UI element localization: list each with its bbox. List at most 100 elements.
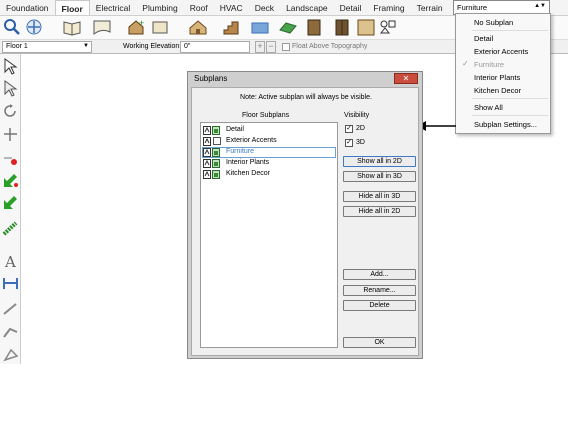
menu-divider	[472, 115, 548, 116]
checkmark-icon: ✓	[462, 59, 469, 68]
plus-crosshair-icon[interactable]	[2, 126, 19, 143]
list-item[interactable]: Interior Plants	[202, 158, 336, 169]
green-resize-arrow-icon[interactable]	[2, 172, 19, 189]
chevron-down-icon: ▲▼	[534, 3, 546, 9]
menu-item-kitchen-decor[interactable]: Kitchen Decor	[474, 86, 521, 95]
select-group-icon[interactable]	[2, 80, 19, 97]
subplan-2d-icon[interactable]	[203, 159, 211, 168]
subplan-3d-icon[interactable]	[212, 148, 220, 157]
show-all-2d-button[interactable]: Show all in 2D	[343, 156, 416, 167]
floor-subplans-label: Floor Subplans	[242, 112, 290, 119]
subplan-2d-icon[interactable]	[203, 126, 211, 135]
dimension-icon[interactable]	[2, 275, 19, 292]
svg-text:A: A	[4, 253, 16, 269]
hide-all-2d-button[interactable]: Hide all in 2D	[343, 206, 416, 217]
floor-select-value: Floor 1	[6, 43, 28, 50]
shapes-icon[interactable]	[378, 18, 398, 36]
delete-button[interactable]: Delete	[343, 300, 416, 311]
floor-select[interactable]: Floor 1 ▼	[2, 41, 92, 53]
close-icon: ✕	[402, 74, 410, 83]
pencil-shape-icon[interactable]	[2, 346, 19, 363]
menu-item-detail[interactable]: Detail	[474, 34, 493, 43]
menu-divider	[472, 30, 548, 31]
pointer-arrow-icon	[417, 121, 456, 131]
menu-item-interior-plants[interactable]: Interior Plants	[474, 73, 520, 82]
list-item[interactable]: Exterior Accents	[202, 136, 336, 147]
visibility-3d-label: 3D	[356, 139, 365, 146]
house-plus-icon[interactable]: +	[126, 18, 146, 36]
list-item[interactable]: Kitchen Decor	[202, 169, 336, 180]
stairs-icon[interactable]	[222, 18, 242, 36]
list-item-selected[interactable]: Furniture	[202, 147, 336, 158]
menu-item-furniture[interactable]: Furniture	[474, 60, 504, 69]
menu-item-exterior-accents[interactable]: Exterior Accents	[474, 47, 528, 56]
subplan-3d-icon[interactable]	[212, 170, 220, 179]
active-subplan-note: Note: Active subplan will always be visi…	[240, 94, 372, 101]
text-icon[interactable]: A	[2, 252, 19, 269]
open-book-icon[interactable]	[62, 18, 82, 36]
magnifier-icon[interactable]	[2, 18, 22, 36]
subplan-2d-icon[interactable]	[203, 148, 211, 157]
add-button[interactable]: Add...	[343, 269, 416, 280]
decrease-elevation-button[interactable]: −	[266, 41, 276, 53]
show-all-3d-button[interactable]: Show all in 3D	[343, 171, 416, 182]
subplan-3d-checkbox[interactable]	[213, 137, 221, 145]
green-arrow-corner-icon[interactable]	[2, 194, 19, 211]
house-icon[interactable]	[188, 18, 208, 36]
rotate-icon[interactable]	[2, 103, 19, 120]
tab-detail[interactable]: Detail	[334, 0, 368, 15]
float-above-topography-checkbox[interactable]	[282, 43, 290, 51]
tab-floor[interactable]: Floor	[54, 0, 90, 15]
tab-electrical[interactable]: Electrical	[90, 0, 136, 15]
dialog-body: Note: Active subplan will always be visi…	[191, 87, 419, 356]
point-marker-icon[interactable]	[2, 150, 19, 167]
tab-landscape[interactable]: Landscape	[280, 0, 334, 15]
subplan-label: Kitchen Decor	[226, 170, 270, 177]
subplan-label: Interior Plants	[226, 159, 270, 166]
book-pages-icon[interactable]	[150, 18, 170, 36]
cabinet-icon[interactable]	[304, 18, 324, 36]
menu-divider	[472, 98, 548, 99]
select-arrow-icon[interactable]	[2, 58, 19, 75]
tab-foundation[interactable]: Foundation	[0, 0, 55, 15]
pan-arrows-icon[interactable]	[24, 18, 44, 36]
chevron-down-icon: ▼	[83, 43, 89, 49]
close-button[interactable]: ✕	[394, 73, 418, 84]
working-elevation-input[interactable]: 0"	[180, 41, 250, 53]
menu-item-subplan-settings[interactable]: Subplan Settings...	[474, 120, 537, 129]
visibility-2d-checkbox[interactable]: ✓	[345, 125, 353, 133]
subplans-dialog: Subplans ✕ Note: Active subplan will alw…	[187, 71, 423, 359]
left-toolbar: A	[0, 54, 21, 364]
subplan-2d-icon[interactable]	[203, 137, 211, 146]
ok-button[interactable]: OK	[343, 337, 416, 348]
hide-all-3d-button[interactable]: Hide all in 3D	[343, 191, 416, 202]
tab-terrain[interactable]: Terrain	[411, 0, 449, 15]
working-elevation-label: Working Elevation:	[123, 43, 182, 50]
pencil-line-icon[interactable]	[2, 300, 19, 317]
list-item[interactable]: Detail	[202, 125, 336, 136]
subplan-label: Detail	[226, 126, 244, 133]
tab-hvac[interactable]: HVAC	[214, 0, 249, 15]
pencil-angle-icon[interactable]	[2, 324, 19, 341]
cabinet-tall-icon[interactable]	[332, 18, 352, 36]
subplan-3d-icon[interactable]	[212, 126, 220, 135]
working-elevation-value: 0"	[184, 43, 191, 50]
curtain-icon[interactable]	[356, 18, 376, 36]
tab-roof[interactable]: Roof	[184, 0, 214, 15]
green-hatch-icon[interactable]	[278, 18, 298, 36]
menu-item-show-all[interactable]: Show All	[474, 103, 503, 112]
tab-plumbing[interactable]: Plumbing	[136, 0, 183, 15]
rename-button[interactable]: Rename...	[343, 285, 416, 296]
subplan-2d-icon[interactable]	[203, 170, 211, 179]
green-chain-icon[interactable]	[2, 220, 19, 237]
increase-elevation-button[interactable]: +	[255, 41, 265, 53]
wall-pattern-icon[interactable]	[250, 18, 270, 36]
subplan-3d-icon[interactable]	[212, 159, 220, 168]
visibility-label: Visibility	[344, 112, 370, 119]
paper-curve-icon[interactable]	[92, 18, 112, 36]
visibility-3d-checkbox[interactable]: ✓	[345, 139, 353, 147]
tab-framing[interactable]: Framing	[367, 0, 410, 15]
tab-deck[interactable]: Deck	[249, 0, 280, 15]
menu-item-no-subplan[interactable]: No Subplan	[474, 18, 513, 27]
subplan-label: Furniture	[226, 148, 255, 155]
